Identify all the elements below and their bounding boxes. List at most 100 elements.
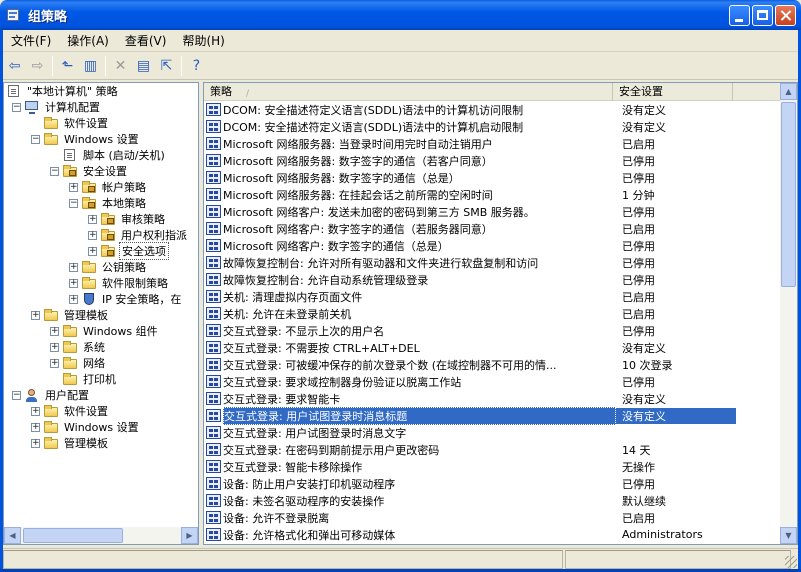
tree-node[interactable]: + 用户权利指派 [4, 227, 198, 243]
expand-icon[interactable]: + [50, 326, 59, 336]
policy-row[interactable]: 设备: 允许不登录脱离 已启用 [204, 509, 780, 526]
policy-row[interactable]: Microsoft 网络服务器: 数字签字的通信（总是） 已停用 [204, 169, 780, 186]
resize-grip-icon[interactable] [785, 556, 797, 568]
security-setting-value: 已停用 [622, 375, 655, 389]
policy-row[interactable]: 交互式登录: 不显示上次的用户名 已停用 [204, 322, 780, 339]
policy-row[interactable]: Microsoft 网络服务器: 数字签字的通信（若客户同意） 已停用 [204, 152, 780, 169]
menu-help[interactable]: 帮助(H) [174, 31, 232, 51]
menu-action[interactable]: 操作(A) [59, 31, 117, 51]
group-policy-app-icon[interactable] [6, 7, 22, 23]
tree-node[interactable]: − 用户配置 [4, 387, 198, 403]
policy-row[interactable]: 故障恢复控制台: 允许对所有驱动器和文件夹进行软盘复制和访问 已停用 [204, 254, 780, 271]
tree-node[interactable]: + 系统 [4, 339, 198, 355]
column-header-policy[interactable]: 策略 ∕ [204, 83, 613, 101]
tree-node[interactable]: 脚本 (启动/关机) [4, 147, 198, 163]
help-icon[interactable]: ? [185, 55, 208, 78]
collapse-icon[interactable]: − [69, 198, 78, 208]
security-setting-value: Administrators [622, 528, 703, 541]
tree-pane[interactable]: "本地计算机" 策略 − 计算机配置 软件设置 − Windows 设置 脚本 (启动/关… [3, 82, 199, 545]
tree-node[interactable]: − 安全设置 [4, 163, 198, 179]
policy-row[interactable]: Microsoft 网络客户: 数字签字的通信（总是） 已停用 [204, 237, 780, 254]
expand-icon[interactable]: + [88, 246, 97, 256]
policy-row[interactable]: 交互式登录: 用户试图登录时消息标题 没有定义 [204, 406, 780, 425]
expand-icon[interactable]: + [31, 406, 40, 416]
policy-row[interactable]: 交互式登录: 要求智能卡 没有定义 [204, 390, 780, 407]
back-icon[interactable]: ⇦ [3, 55, 26, 78]
menu-view[interactable]: 查看(V) [117, 31, 175, 51]
scroll-down-icon[interactable]: ▼ [780, 527, 797, 544]
close-button[interactable] [775, 5, 796, 26]
delete-icon[interactable]: ✕ [109, 55, 132, 78]
tree-node[interactable]: + 公钥策略 [4, 259, 198, 275]
expand-icon[interactable]: + [69, 294, 78, 304]
tree-node[interactable]: − Windows 设置 [4, 131, 198, 147]
scroll-up-icon[interactable]: ▲ [780, 83, 797, 100]
tree-node[interactable]: + 帐户策略 [4, 179, 198, 195]
policy-row[interactable]: 交互式登录: 在密码到期前提示用户更改密码 14 天 [204, 441, 780, 458]
policy-row[interactable]: 交互式登录: 智能卡移除操作 无操作 [204, 458, 780, 475]
collapse-icon[interactable]: − [31, 134, 40, 144]
expand-icon[interactable]: + [69, 278, 78, 288]
scroll-thumb[interactable] [23, 528, 123, 543]
tree-node[interactable]: + 审核策略 [4, 211, 198, 227]
tree-node[interactable]: + Windows 设置 [4, 419, 198, 435]
expand-icon[interactable]: + [88, 230, 97, 240]
policy-row[interactable]: Microsoft 网络服务器: 当登录时间用完时自动注销用户 已启用 [204, 135, 780, 152]
policy-row[interactable]: Microsoft 网络客户: 数字签字的通信（若服务器同意） 已启用 [204, 220, 780, 237]
details-pane[interactable]: 策略 ∕ 安全设置 DCOM: 安全描述符定义语言(SDDL)语法中的计算机访问… [203, 82, 798, 545]
tree-node[interactable]: + Windows 组件 [4, 323, 198, 339]
policy-row[interactable]: 设备: 防止用户安装打印机驱动程序 已停用 [204, 475, 780, 492]
policy-row[interactable]: 关机: 允许在未登录前关机 已启用 [204, 305, 780, 322]
tree-node[interactable]: 打印机 [4, 371, 198, 387]
expand-icon[interactable]: + [50, 358, 59, 368]
tree-root[interactable]: "本地计算机" 策略 [4, 83, 198, 99]
scroll-right-icon[interactable]: ▶ [181, 527, 198, 544]
expand-icon[interactable]: + [69, 182, 78, 192]
tree-node[interactable]: 软件设置 [4, 115, 198, 131]
collapse-icon[interactable]: − [12, 102, 21, 112]
expand-icon[interactable]: + [31, 438, 40, 448]
tree-horizontal-scrollbar[interactable]: ◀ ▶ [4, 527, 198, 544]
expand-icon[interactable]: + [69, 262, 78, 272]
policy-row[interactable]: 交互式登录: 用户试图登录时消息文字 [204, 424, 780, 441]
policy-row[interactable]: 设备: 未签名驱动程序的安装操作 默认继续 [204, 492, 780, 509]
properties-icon[interactable]: ▤ [132, 55, 155, 78]
policy-row[interactable]: DCOM: 安全描述符定义语言(SDDL)语法中的计算机访问限制 没有定义 [204, 101, 780, 118]
expand-icon[interactable]: + [31, 422, 40, 432]
tree-node[interactable]: + 管理模板 [4, 307, 198, 323]
scroll-left-icon[interactable]: ◀ [4, 527, 21, 544]
policy-row[interactable]: Microsoft 网络服务器: 在挂起会话之前所需的空闲时间 1 分钟 [204, 186, 780, 203]
policy-row[interactable]: 交互式登录: 可被缓冲保存的前次登录个数 (在域控制器不可用的情... 10 次登… [204, 356, 780, 373]
up-folder-icon[interactable]: ⬑ [56, 55, 79, 78]
policy-row[interactable]: Microsoft 网络客户: 发送未加密的密码到第三方 SMB 服务器。 已停用 [204, 203, 780, 220]
policy-row[interactable]: 故障恢复控制台: 允许自动系统管理级登录 已停用 [204, 271, 780, 288]
export-list-icon[interactable]: ⇱ [155, 55, 178, 78]
list-vertical-scrollbar[interactable]: ▲ ▼ [780, 83, 797, 544]
show-hide-tree-icon[interactable]: ▥ [79, 55, 102, 78]
minimize-button[interactable] [729, 5, 750, 26]
expand-icon[interactable]: + [50, 342, 59, 352]
tree-node[interactable]: + 网络 [4, 355, 198, 371]
policy-row[interactable]: 关机: 清理虚拟内存页面文件 已启用 [204, 288, 780, 305]
expand-icon[interactable]: + [31, 310, 40, 320]
forward-icon[interactable]: ⇨ [26, 55, 49, 78]
maximize-button[interactable] [752, 5, 773, 26]
menu-file[interactable]: 文件(F) [3, 31, 59, 51]
policy-row[interactable]: 交互式登录: 不需要按 CTRL+ALT+DEL 没有定义 [204, 339, 780, 356]
expand-icon[interactable]: + [88, 214, 97, 224]
tree-node[interactable]: + 安全选项 [4, 242, 198, 260]
title-bar[interactable]: 组策略 [0, 0, 801, 30]
tree-node[interactable]: + 软件限制策略 [4, 275, 198, 291]
collapse-icon[interactable]: − [12, 390, 21, 400]
collapse-icon[interactable]: − [50, 166, 59, 176]
tree-node[interactable]: + IP 安全策略，在 [4, 291, 198, 307]
tree-node[interactable]: − 计算机配置 [4, 99, 198, 115]
policy-row[interactable]: 交互式登录: 要求域控制器身份验证以脱离工作站 已停用 [204, 373, 780, 390]
tree-node[interactable]: + 软件设置 [4, 403, 198, 419]
policy-row[interactable]: DCOM: 安全描述符定义语言(SDDL)语法中的计算机启动限制 没有定义 [204, 118, 780, 135]
policy-row[interactable]: 设备: 允许格式化和弹出可移动媒体 Administrators [204, 526, 780, 543]
scroll-thumb[interactable] [781, 102, 796, 287]
column-header-setting[interactable]: 安全设置 [613, 83, 733, 101]
tree-node[interactable]: + 管理模板 [4, 435, 198, 451]
tree-node[interactable]: − 本地策略 [4, 195, 198, 211]
